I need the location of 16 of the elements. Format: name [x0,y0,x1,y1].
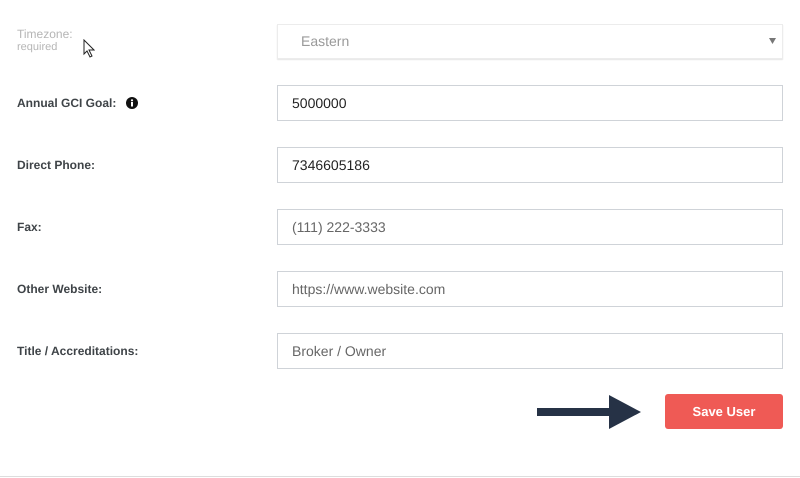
input-field[interactable]: (111) 222-3333 [277,209,783,245]
input-field[interactable]: 7346605186 [277,147,783,183]
input-field[interactable]: 5000000 [277,85,783,121]
required-note: required [17,41,58,54]
field-label: Timezone: [17,28,73,41]
field-label: Fax: [17,220,42,234]
field-label: Annual GCI Goal: [17,96,116,110]
field-label: Other Website: [17,282,102,296]
field-label: Title / Accreditations: [17,344,138,358]
input-field[interactable]: https://www.website.com [277,271,783,307]
field-label: Direct Phone: [17,158,96,172]
cursor-icon [83,39,95,58]
dropdown-caret-icon [769,38,776,44]
arrow-icon [537,394,641,428]
info-icon[interactable] [126,97,138,109]
input-field[interactable]: Broker / Owner [277,333,783,369]
